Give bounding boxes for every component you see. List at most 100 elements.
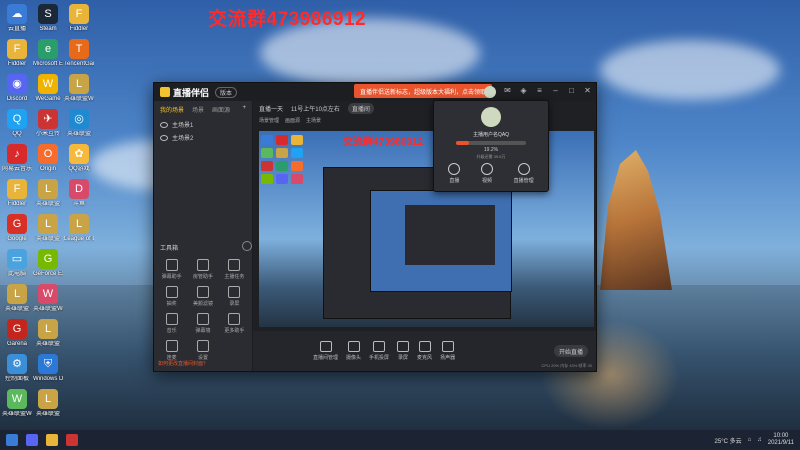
desktop-icon[interactable]: W 英雄联盟WeGame版	[33, 284, 63, 313]
desktop-icon[interactable]: ⛨ Windows Defender	[33, 354, 63, 383]
app-icon: W	[38, 74, 58, 94]
desktop-icon[interactable]: e Microsoft Edge	[33, 39, 63, 68]
scene-item[interactable]: 主场景1	[154, 118, 252, 131]
toolbar-button[interactable]: 录屏	[397, 341, 410, 361]
desktop-icon[interactable]: F Fiddler	[2, 179, 32, 208]
desktop-icon-label: League of Legends	[64, 236, 94, 242]
live-companion-icon[interactable]	[66, 434, 78, 446]
sub-item[interactable]: 场景管理	[259, 117, 279, 124]
desktop-icon[interactable]: ☁ 云直播	[2, 4, 32, 33]
desktop-icon[interactable]: G Garena	[2, 319, 32, 348]
menu-icon[interactable]: ≡	[535, 86, 544, 95]
desktop-icon[interactable]: G Google	[2, 214, 32, 243]
tool-item[interactable]: 更多助手	[219, 313, 250, 334]
start-icon[interactable]	[6, 434, 18, 446]
status-line: CPU 20% 内存 43% 帧率 30	[541, 363, 592, 368]
desktop-icon[interactable]: ⚙ 控制面板	[2, 354, 32, 383]
tool-label: 音乐	[166, 328, 177, 334]
desktop-icon[interactable]: D 斗鱼	[64, 179, 94, 208]
add-icon[interactable]: +	[242, 105, 246, 114]
desktop-icon[interactable]: L League of Legends	[64, 214, 94, 243]
desktop-icon[interactable]: ◉ Discord	[2, 74, 32, 103]
popup-action[interactable]: 直播	[448, 163, 461, 184]
tab-scenes[interactable]: 场景	[192, 105, 204, 114]
app-icon: D	[69, 179, 89, 199]
tab-sources[interactable]: 画面源	[212, 105, 230, 114]
popup-action[interactable]: 直播管理	[514, 163, 534, 184]
tab-my-scenes[interactable]: 我的场景	[160, 105, 184, 114]
desktop-icon[interactable]: G GeForce Experience	[33, 249, 63, 278]
explorer-icon[interactable]	[46, 434, 58, 446]
sub-item[interactable]: 画面源	[285, 117, 300, 124]
desktop-icon[interactable]: ♪ 网易云音乐	[2, 144, 32, 173]
desktop-icon[interactable]: L 英雄联盟	[2, 284, 32, 313]
tool-item[interactable]: 设置	[187, 340, 218, 361]
toolbar-button[interactable]: 麦克风	[417, 341, 432, 361]
scene-item[interactable]: 主场景2	[154, 131, 252, 144]
tool-item[interactable]: 美颜滤镜	[187, 286, 218, 307]
help-link[interactable]: 如何更改直播间封面？	[158, 360, 208, 367]
eye-icon[interactable]	[160, 134, 168, 141]
desktop-icon[interactable]: W WeGame	[33, 74, 63, 103]
volume-icon[interactable]: ♫	[757, 437, 762, 443]
minimize-icon[interactable]: –	[551, 86, 560, 95]
popup-action-icon	[448, 163, 461, 175]
desktop-icon-label: Fiddler	[7, 201, 27, 207]
desktop-icon[interactable]: F Fiddler	[64, 4, 94, 33]
tool-item[interactable]: 弹幕墙	[187, 313, 218, 334]
message-icon[interactable]: ✉	[503, 86, 512, 95]
toolbar-button[interactable]: 扬声器	[440, 341, 455, 361]
desktop-icon[interactable]: L 英雄联盟	[33, 214, 63, 243]
desktop-icon[interactable]: ✿ QQ游戏	[64, 144, 94, 173]
preview-app-icon	[276, 148, 288, 158]
preview-app-icon	[291, 174, 303, 184]
close-icon[interactable]: ✕	[583, 86, 592, 95]
desktop-icon[interactable]: ◎ 英雄联盟	[64, 109, 94, 138]
user-avatar[interactable]	[484, 86, 496, 98]
discord-icon[interactable]	[26, 434, 38, 446]
desktop-icon[interactable]: Q QQ	[2, 109, 32, 138]
room-pill[interactable]: 直播间	[347, 102, 374, 114]
tool-item[interactable]: 抽奖	[156, 286, 187, 307]
tool-item[interactable]: 音乐	[156, 313, 187, 334]
desktop-icon[interactable]: L 英雄联盟	[33, 179, 63, 208]
skin-icon[interactable]: ◈	[519, 86, 528, 95]
app-icon: ♪	[7, 144, 27, 164]
desktop-icon[interactable]: S Steam	[33, 4, 63, 33]
tool-item[interactable]: 录屏	[219, 286, 250, 307]
toolbar-button[interactable]: 手机投屏	[369, 341, 389, 361]
desktop-icon[interactable]: T TencentGames	[64, 39, 94, 68]
desktop-icon[interactable]: F Fiddler	[2, 39, 32, 68]
desktop-icon[interactable]: O Origin	[33, 144, 63, 173]
toolbox-more-icon[interactable]	[242, 241, 252, 251]
network-icon[interactable]: ⌂	[748, 437, 752, 443]
popup-action[interactable]: 视频	[480, 163, 493, 184]
tool-item[interactable]: 弹幕助手	[156, 259, 187, 280]
desktop-icon[interactable]: ✈ 小米互传	[33, 109, 63, 138]
clock[interactable]: 10:00 2021/9/11	[768, 433, 794, 447]
app-icon: ✿	[69, 144, 89, 164]
toolbar-icon	[441, 341, 454, 352]
version-badge[interactable]: 版本	[215, 86, 238, 98]
tool-item[interactable]: 主播任务	[219, 259, 250, 280]
toolbar-icon	[319, 341, 332, 352]
tool-item[interactable]: 房管助手	[187, 259, 218, 280]
desktop-icon[interactable]: L 英雄联盟	[33, 319, 63, 348]
app-icon: F	[69, 4, 89, 24]
promo-banner[interactable]: 直播伴侣送新标志，超级版本大福利，点击领取	[354, 84, 493, 98]
sub-item[interactable]: 主场景	[306, 117, 321, 124]
eye-icon[interactable]	[160, 121, 168, 128]
toolbar-button[interactable]: 直播间管理	[313, 341, 338, 361]
toolbar-button[interactable]: 摄像头	[346, 341, 361, 361]
desktop-icon[interactable]: ▭ 此电脑	[2, 249, 32, 278]
weather-label[interactable]: 25°C 多云	[715, 436, 742, 445]
start-live-button[interactable]: 开始直播	[554, 345, 588, 357]
desktop-icon[interactable]: L 英雄联盟	[33, 389, 63, 418]
desktop-icon[interactable]: W 英雄联盟WeGame版	[2, 389, 32, 418]
stream-title[interactable]: 直播一天	[259, 104, 283, 113]
desktop-icon[interactable]: L 英雄联盟WeGame版	[64, 74, 94, 103]
tool-icon	[165, 259, 178, 271]
desktop-icon-label: 英雄联盟	[35, 341, 60, 347]
maximize-icon[interactable]: □	[567, 86, 576, 95]
tool-item[interactable]: 连麦	[156, 340, 187, 361]
